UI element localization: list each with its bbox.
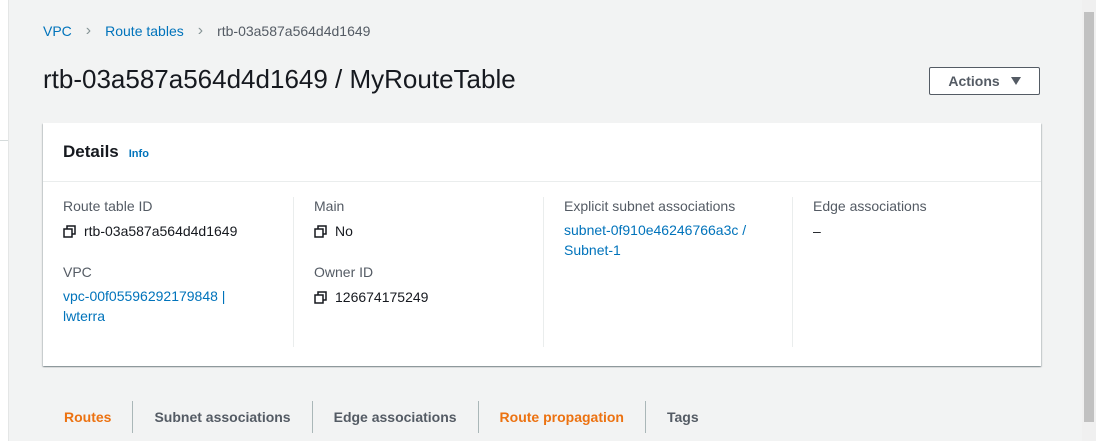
tab-subnet-associations[interactable]: Subnet associations (133, 401, 313, 433)
explicit-subnet-label: Explicit subnet associations (564, 198, 736, 214)
edge-associations-label: Edge associations (813, 198, 927, 214)
vpc-link[interactable]: vpc-00f05596292179848 | lwterra (63, 286, 293, 326)
tab-tags[interactable]: Tags (646, 401, 720, 433)
actions-button-label: Actions (948, 73, 1000, 89)
owner-id-text: 126674175249 (335, 289, 429, 305)
breadcrumb-route-tables-link[interactable]: Route tables (105, 23, 184, 39)
scrollbar-thumb[interactable] (1084, 12, 1094, 422)
copy-icon[interactable] (63, 224, 76, 238)
chevron-right-icon: › (197, 22, 204, 39)
route-table-id-text: rtb-03a587a564d4d1649 (84, 223, 238, 239)
page-title: rtb-03a587a564d4d1649 / MyRouteTable (43, 64, 516, 94)
main-label: Main (314, 198, 345, 214)
owner-id-label: Owner ID (314, 264, 374, 280)
details-header: Details Info (43, 123, 1041, 182)
main-text: No (335, 223, 353, 239)
caret-down-icon (1010, 77, 1021, 85)
side-navigation-edge (0, 0, 9, 441)
chevron-right-icon: › (85, 22, 92, 39)
details-title: Details (63, 142, 119, 161)
breadcrumb: VPC › Route tables › rtb-03a587a564d4d16… (43, 22, 371, 40)
details-columns: Route table ID rtb-03a587a564d4d1649 VPC… (43, 182, 1041, 366)
vpc-link-line1: vpc-00f05596292179848 | (63, 288, 226, 304)
copy-icon[interactable] (314, 224, 327, 238)
tab-routes[interactable]: Routes (43, 401, 134, 433)
main-value: No (314, 222, 544, 240)
info-link[interactable]: Info (129, 148, 149, 160)
explicit-subnet-line2: Subnet-1 (564, 242, 621, 258)
explicit-subnet-link[interactable]: subnet-0f910e46246766a3c / Subnet-1 (564, 220, 794, 260)
edge-associations-value: – (813, 223, 821, 239)
vertical-scrollbar[interactable] (1082, 0, 1096, 441)
route-table-id-label: Route table ID (63, 198, 153, 214)
tab-edge-associations[interactable]: Edge associations (313, 401, 479, 433)
explicit-subnet-line1: subnet-0f910e46246766a3c / (564, 222, 747, 238)
tab-bar: Routes Subnet associations Edge associat… (43, 401, 720, 433)
vpc-label: VPC (63, 264, 92, 280)
copy-icon[interactable] (314, 290, 327, 304)
details-column-3: Explicit subnet associations subnet-0f91… (543, 197, 794, 347)
actions-button[interactable]: Actions (929, 67, 1040, 95)
route-table-id-value: rtb-03a587a564d4d1649 (63, 222, 293, 240)
tab-route-propagation[interactable]: Route propagation (479, 401, 646, 433)
owner-id-value: 126674175249 (314, 288, 544, 306)
details-panel: Details Info Route table ID rtb-03a587a5… (43, 123, 1041, 366)
breadcrumb-current: rtb-03a587a564d4d1649 (217, 23, 371, 39)
details-column-1: Route table ID rtb-03a587a564d4d1649 VPC… (63, 197, 293, 347)
side-navigation-divider (0, 140, 8, 147)
breadcrumb-vpc-link[interactable]: VPC (43, 23, 72, 39)
vpc-link-line2: lwterra (63, 308, 106, 324)
details-column-2: Main No Owner ID 126674175249 (293, 197, 544, 347)
details-column-4: Edge associations – (792, 197, 1023, 347)
